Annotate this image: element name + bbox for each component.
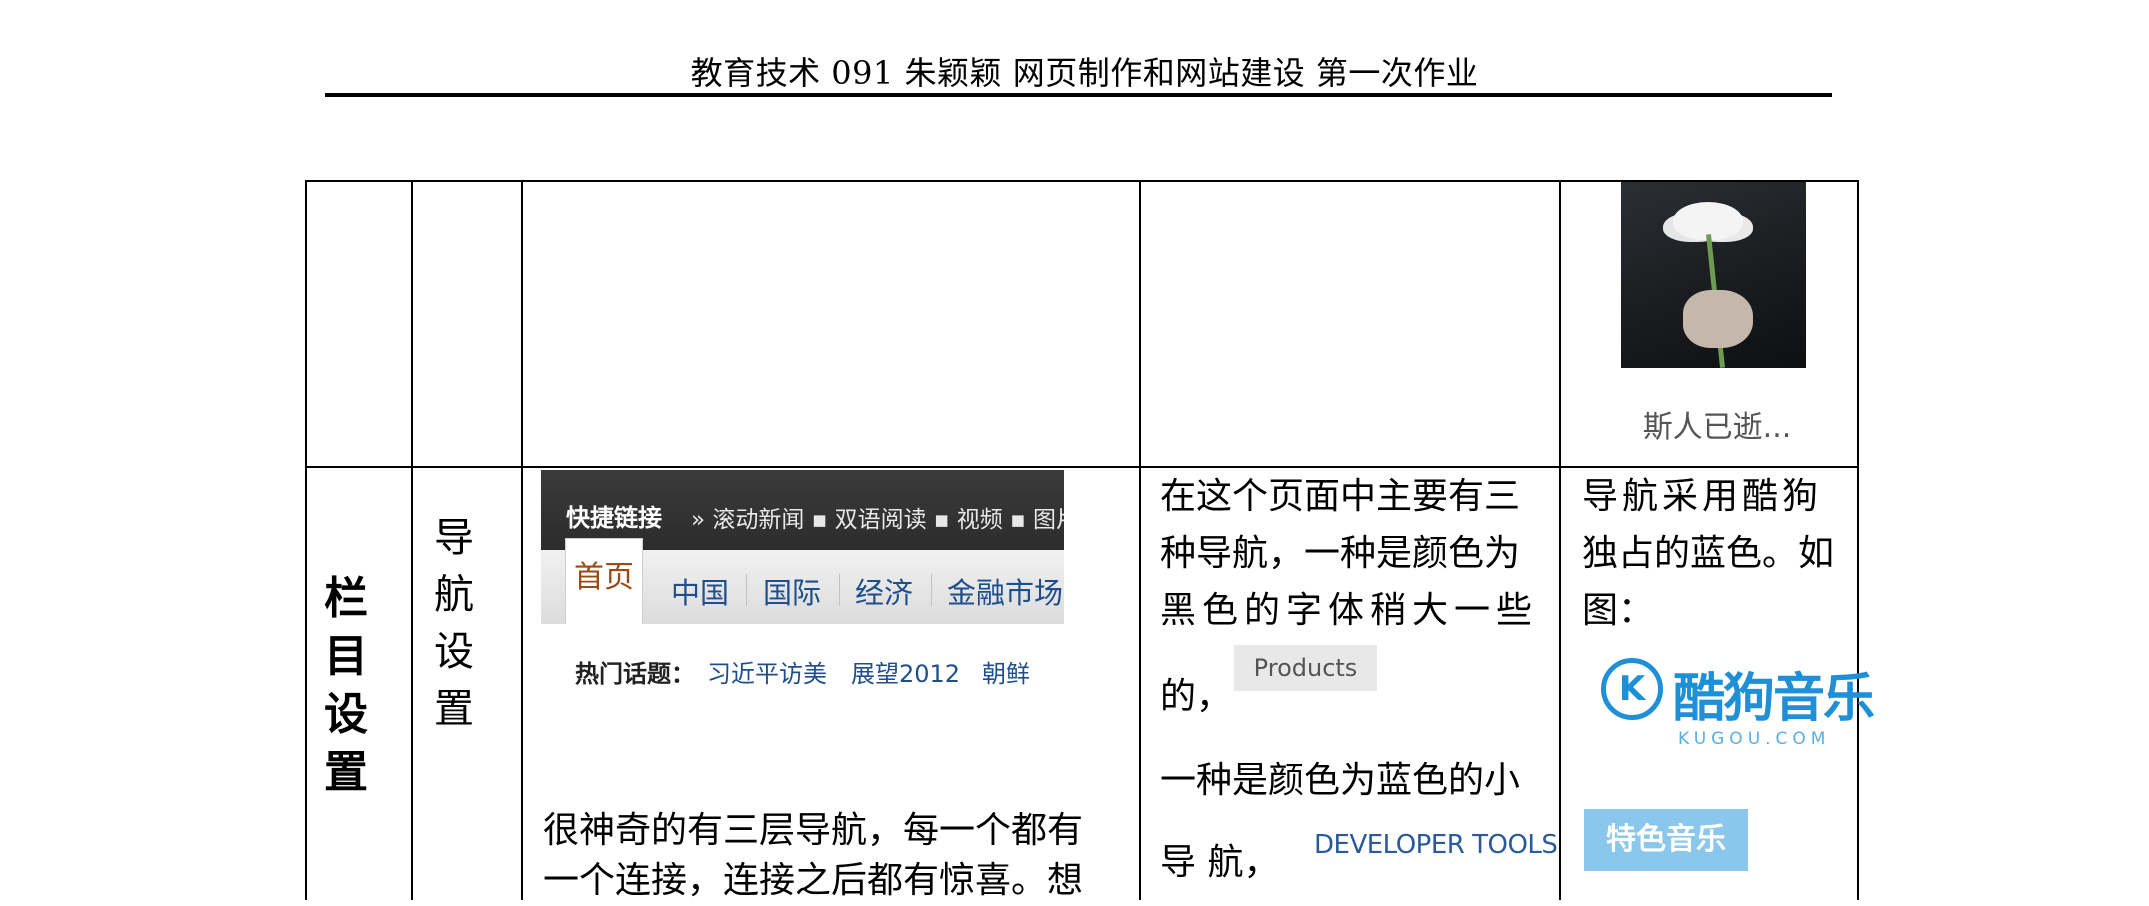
navigation-screenshot: 快捷链接 » 滚动新闻 ▪ 双语阅读 ▪ 视频 ▪ 图片报导 首页 中国 国际 … [541,470,1064,702]
table-border-right [1857,180,1859,900]
document-header: 教育技术 091 朱颖颖 网页制作和网站建设 第一次作业 [690,54,1479,92]
memorial-photo [1621,182,1806,368]
tab-home: 首页 [565,538,643,625]
kugou-logo: K 酷狗音乐 KUGOU.COM [1598,650,1875,760]
section-title-char: 置 [324,747,368,798]
tab-economy: 经济 [855,576,914,610]
section-title: 栏 目 设 置 [322,570,370,802]
description-line: 一个连接，连接之后都有惊喜。想 [543,860,1084,901]
hot-topic: 习近平访美 [707,660,827,688]
feature-music-button: 特色音乐 [1584,809,1748,871]
tab-finance: 金融市场 [947,576,1064,610]
section-title-char: 设 [324,689,368,740]
hot-topic: 朝鲜 [982,660,1030,688]
kugou-logo-text: 酷狗音乐 [1673,669,1875,729]
analysis-line: 的， [1160,676,1233,717]
section-title-char: 目 [324,631,368,682]
kugou-logo-subtext: KUGOU.COM [1678,729,1831,749]
column-divider [521,180,523,900]
hot-topics-label: 热门话题： [575,660,695,688]
subsection-title-char: 置 [434,686,474,732]
notes-line: 导航采用酷狗 [1582,476,1823,517]
subsection-title-char: 导 [434,515,474,561]
column-divider [411,180,413,900]
notes-line: 图： [1582,590,1655,631]
subsection-title-char: 设 [434,629,474,675]
analysis-line: 种导航，一种是颜色为 [1160,533,1521,574]
column-divider [1559,180,1561,900]
photo-caption: 斯人已逝... [1642,410,1792,445]
tab-separator [931,574,932,606]
header-rule [325,93,1832,97]
table-border-left [305,180,307,900]
section-title-char: 栏 [324,573,368,624]
subsection-title: 导 航 设 置 [432,510,476,738]
tab-separator [839,574,840,606]
hot-topics-bar: 热门话题： 习近平访美 展望2012 朝鲜 [541,624,1064,702]
example-description: 很神奇的有三层导航，每一个都有 一个连接，连接之后都有惊喜。想 [543,806,1083,906]
tab-china: 中国 [671,576,730,610]
main-nav-tabs: 首页 中国 国际 经济 金融市场 [541,538,1064,626]
analysis-line: 导 航， [1160,842,1280,883]
kugou-k-icon: K [1601,658,1663,720]
developer-tools-nav-sample: DEVELOPER TOOLS [1314,830,1558,860]
hot-topic: 展望2012 [851,660,961,688]
analysis-line: 在这个页面中主要有三 [1160,476,1521,517]
tab-separator [746,574,747,606]
column-divider [1139,180,1141,900]
analysis-line: 黑色的字体稍大一些 [1160,590,1539,631]
quick-links: » 滚动新闻 ▪ 双语阅读 ▪ 视频 ▪ 图片报导 [691,507,1064,533]
hand-shape [1683,290,1753,348]
subsection-title-char: 航 [434,572,474,618]
products-nav-sample: Products [1234,645,1377,691]
notes-line: 独占的蓝色。如 [1582,533,1835,574]
analysis-line: 一种是颜色为蓝色的小 [1160,760,1521,801]
description-line: 很神奇的有三层导航，每一个都有 [543,810,1084,851]
tab-international: 国际 [763,576,822,610]
quick-links-label: 快捷链接 [566,504,662,532]
